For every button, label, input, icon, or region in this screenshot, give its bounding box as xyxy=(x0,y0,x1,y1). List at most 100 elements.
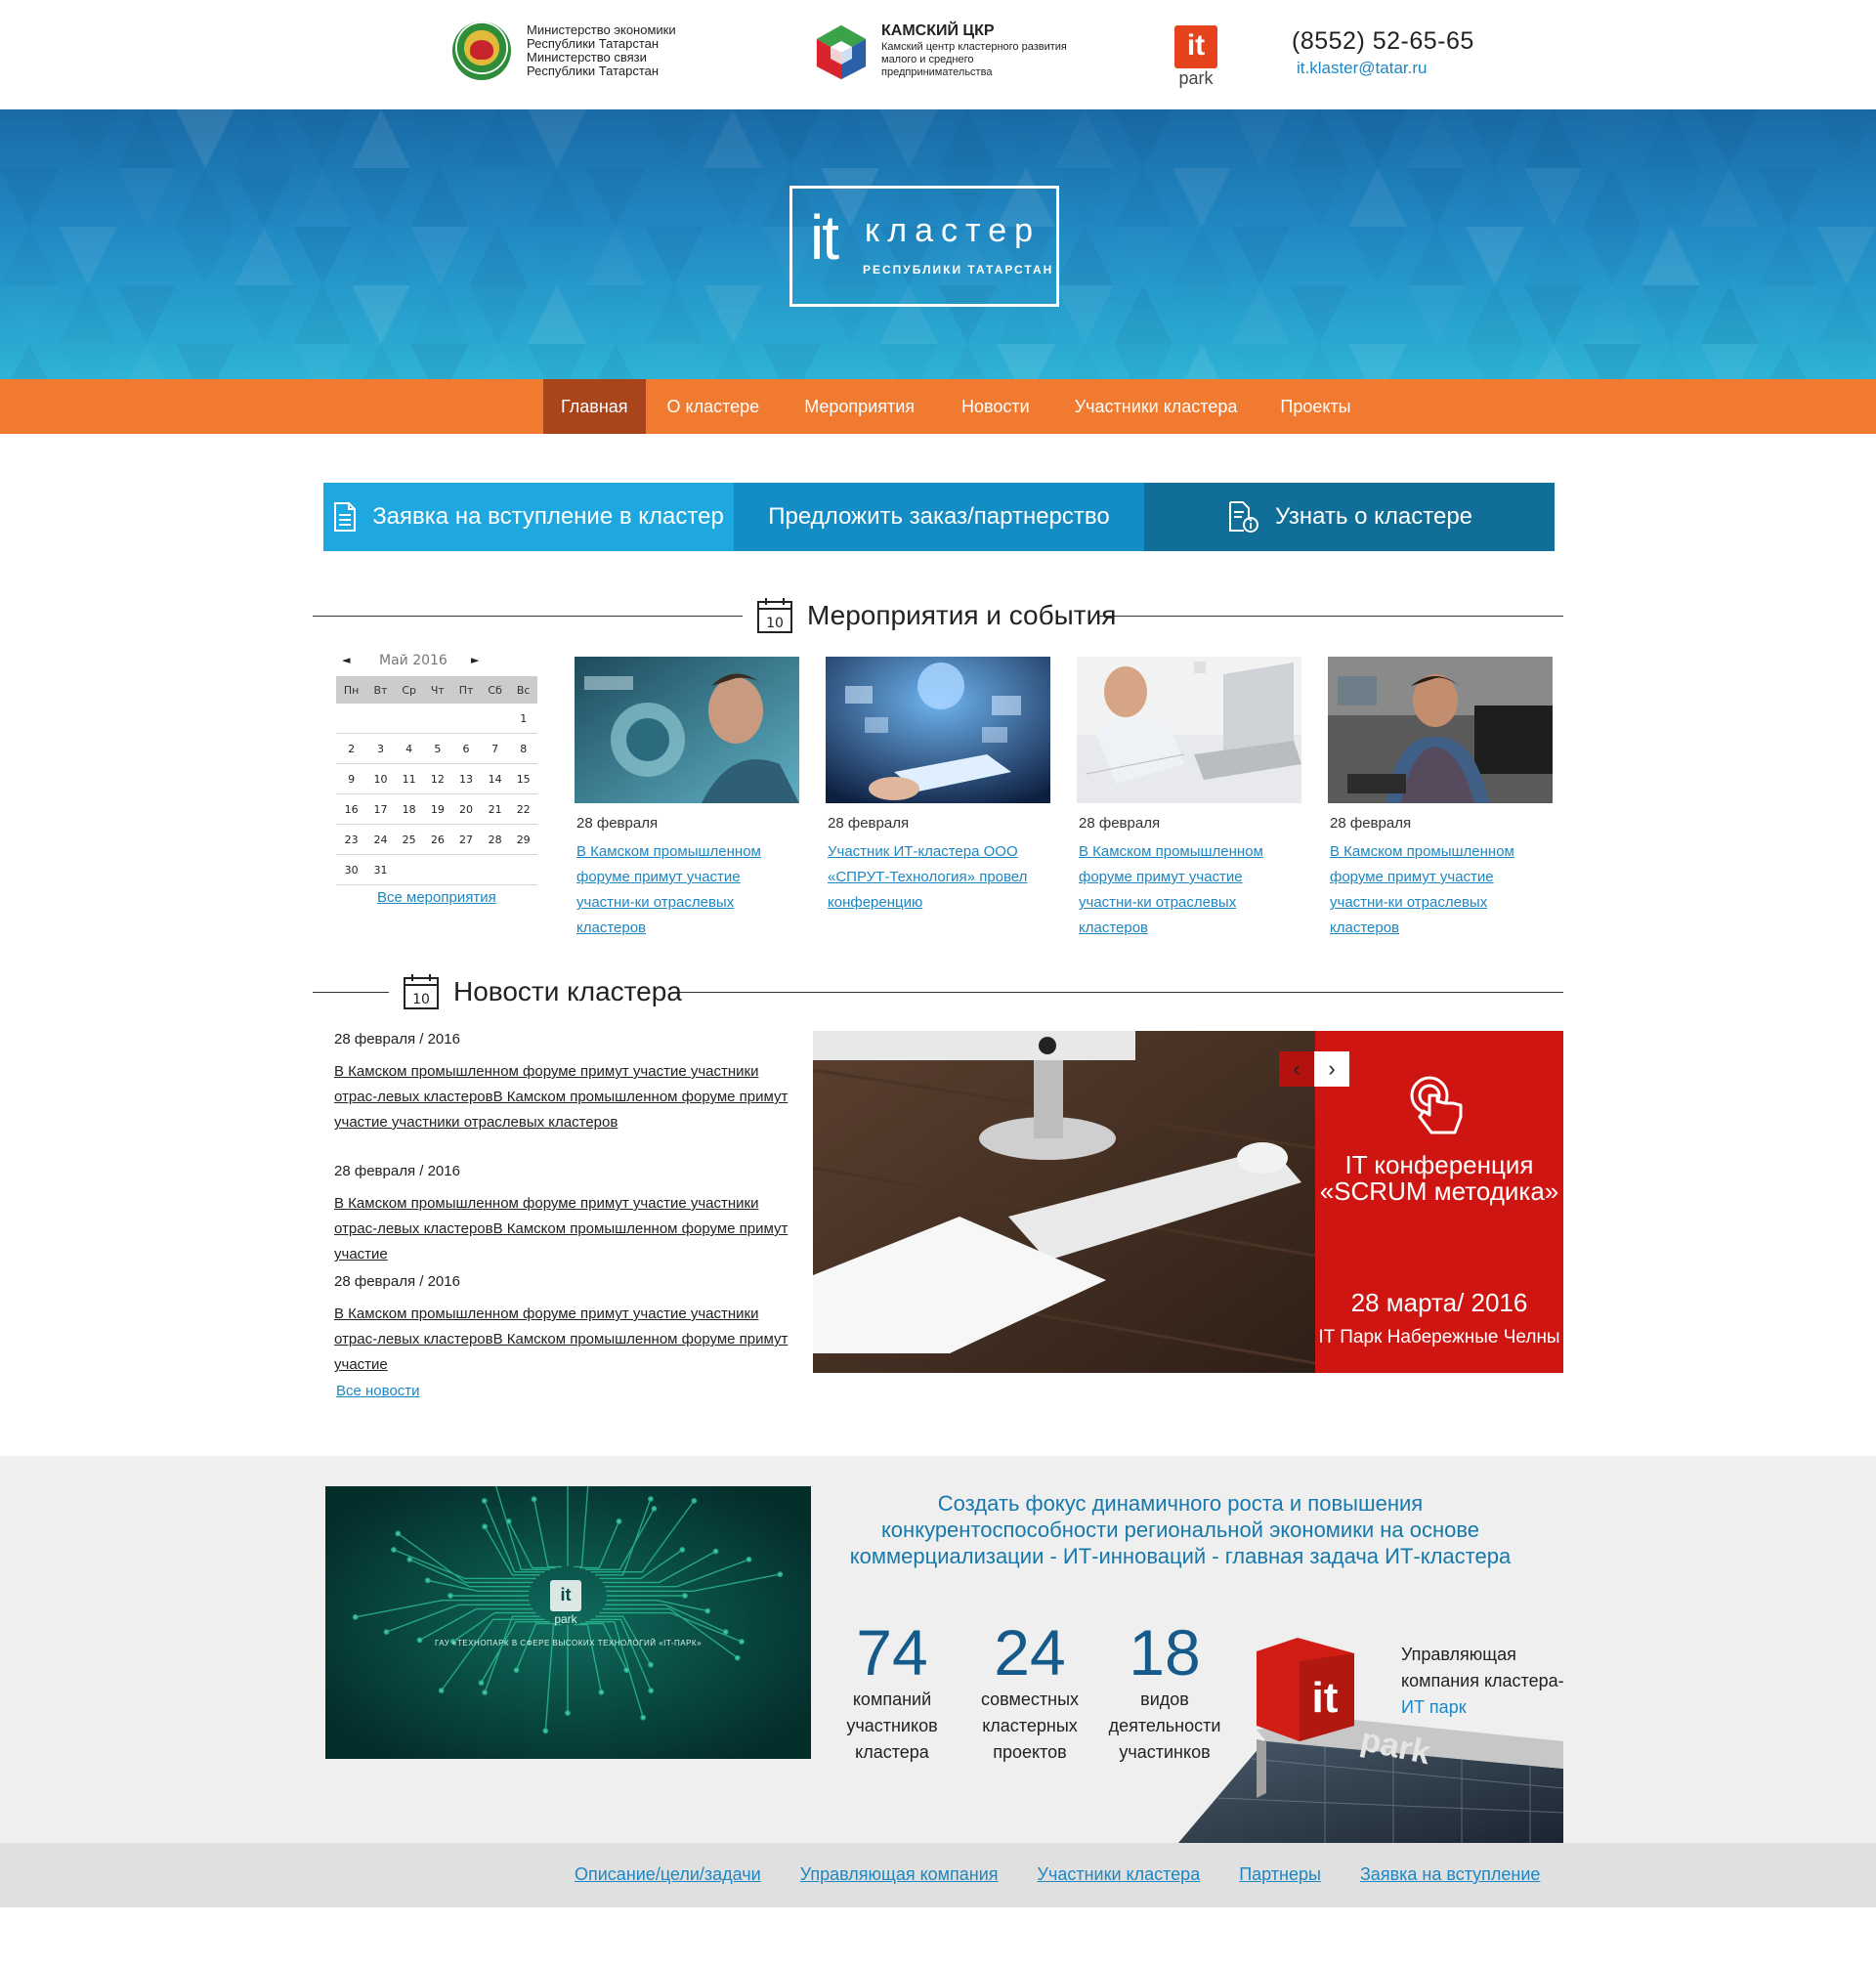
calendar-day[interactable]: 2 xyxy=(336,733,367,764)
kckr-block[interactable]: КАМСКИЙ ЦКР Камский центр кластерного ра… xyxy=(813,23,1067,80)
calendar-month-label: Май 2016 xyxy=(379,653,448,668)
pattern-triangle xyxy=(1642,227,1700,285)
circuit-node xyxy=(647,1496,654,1502)
it-cluster-logo[interactable]: it кластер РЕСПУБЛИКИ ТАТАРСТАН xyxy=(789,186,1059,307)
news-title-link[interactable]: В Камском промышленном форуме примут уча… xyxy=(334,1191,793,1267)
pattern-triangle xyxy=(1348,227,1407,285)
event-title-link[interactable]: В Камском промышленном форуме примут уча… xyxy=(1328,839,1553,941)
calendar-day[interactable]: 16 xyxy=(336,793,367,825)
management-company-text: Управляющая компания кластера- xyxy=(1401,1645,1564,1690)
calendar-day[interactable]: 8 xyxy=(509,733,537,764)
pattern-triangle xyxy=(293,227,352,285)
learn-about-button[interactable]: Узнать о кластере xyxy=(1144,483,1555,551)
event-image-tablet[interactable] xyxy=(826,657,1050,803)
calendar-day[interactable]: 29 xyxy=(509,824,537,855)
event-card[interactable]: 28 февраля Участник ИТ-кластера ООО «СПР… xyxy=(826,657,1050,916)
itpark-video-thumbnail[interactable]: it park ГАУ «ТЕХНОПАРК В СФЕРЕ ВЫСОКИХ Т… xyxy=(325,1486,811,1759)
logo-title: кластер xyxy=(865,212,1042,249)
pattern-triangle xyxy=(645,227,704,285)
promo-title: IT конференция «SCRUM методика» xyxy=(1319,1150,1559,1206)
calendar-day[interactable]: 17 xyxy=(366,793,395,825)
pattern-triangle xyxy=(1817,285,1876,344)
kckr-line-3: предпринимательства xyxy=(881,66,993,78)
calendar-day[interactable]: 22 xyxy=(509,793,537,825)
circuit-node xyxy=(542,1728,549,1734)
apply-button[interactable]: Заявка на вступление в кластер xyxy=(323,483,734,551)
calendar-day[interactable]: 19 xyxy=(423,793,452,825)
pattern-triangle xyxy=(1583,344,1642,379)
event-card[interactable]: 28 февраля В Камском промышленном форуме… xyxy=(1328,657,1553,941)
event-image-engineer[interactable] xyxy=(1077,657,1301,803)
calendar-day[interactable]: 13 xyxy=(451,763,481,794)
calendar-day[interactable]: 20 xyxy=(451,793,481,825)
slider-next-button[interactable]: › xyxy=(1314,1051,1349,1087)
cluster-mission-text: Создать фокус динамичного роста и повыше… xyxy=(849,1491,1512,1568)
calendar-next-button[interactable]: ► xyxy=(471,654,479,666)
calendar-day[interactable]: 7 xyxy=(480,733,510,764)
calendar-day[interactable]: 18 xyxy=(394,793,424,825)
main-nav: Главная О кластере Мероприятия Новости У… xyxy=(0,379,1876,434)
calendar-day[interactable]: 3 xyxy=(366,733,395,764)
nav-item-members[interactable]: Участники кластера xyxy=(1053,379,1259,434)
nav-item-events[interactable]: Мероприятия xyxy=(781,379,938,434)
event-promo-slider[interactable]: IT конференция «SCRUM методика» 28 марта… xyxy=(813,1031,1563,1373)
email-link[interactable]: it.klaster@tatar.ru xyxy=(1297,59,1427,78)
news-title-link[interactable]: В Камском промышленном форуме примут уча… xyxy=(334,1302,793,1378)
pattern-triangle xyxy=(469,344,528,379)
calendar-day[interactable]: 30 xyxy=(336,854,367,885)
event-title-link[interactable]: В Камском промышленном форуме примут уча… xyxy=(575,839,799,941)
footer-link-partners[interactable]: Партнеры xyxy=(1239,1864,1321,1885)
all-news-link[interactable]: Все новости xyxy=(336,1383,420,1399)
calendar-day[interactable]: 14 xyxy=(480,763,510,794)
footer-link-members[interactable]: Участники кластера xyxy=(1038,1864,1201,1885)
pattern-triangle xyxy=(1290,285,1348,344)
calendar-day[interactable]: 12 xyxy=(423,763,452,794)
calendar-day[interactable]: 23 xyxy=(336,824,367,855)
nav-item-news[interactable]: Новости xyxy=(938,379,1053,434)
learn-button-label: Узнать о кластере xyxy=(1274,503,1473,530)
itpark-logo[interactable]: it park xyxy=(1172,25,1220,92)
weekday-header: Вт xyxy=(366,676,395,704)
nav-item-about[interactable]: О кластере xyxy=(646,379,782,434)
calendar-day[interactable]: 27 xyxy=(451,824,481,855)
management-company-link[interactable]: ИТ парк xyxy=(1401,1694,1567,1721)
event-card[interactable]: 28 февраля В Камском промышленном форуме… xyxy=(575,657,799,941)
all-events-link[interactable]: Все мероприятия xyxy=(377,889,496,906)
circuit-node xyxy=(704,1607,711,1614)
calendar-day[interactable]: 15 xyxy=(509,763,537,794)
offer-partnership-button[interactable]: Предложить заказ/партнерство xyxy=(734,483,1144,551)
video-caption: ГАУ «ТЕХНОПАРК В СФЕРЕ ВЫСОКИХ ТЕХНОЛОГИ… xyxy=(434,1639,703,1647)
event-title-link[interactable]: Участник ИТ-кластера ООО «СПРУТ-Технолог… xyxy=(826,839,1050,916)
event-date: 28 февраля xyxy=(1330,815,1412,832)
calendar-day[interactable]: 11 xyxy=(394,763,424,794)
footer-link-management[interactable]: Управляющая компания xyxy=(800,1864,999,1885)
calendar-day[interactable]: 4 xyxy=(394,733,424,764)
news-title-link[interactable]: В Камском промышленном форуме примут уча… xyxy=(334,1059,793,1135)
calendar-day[interactable]: 10 xyxy=(366,763,395,794)
footer-link-description[interactable]: Описание/цели/задачи xyxy=(575,1864,761,1885)
calendar-day[interactable]: 5 xyxy=(423,733,452,764)
event-title-link[interactable]: В Камском промышленном форуме примут уча… xyxy=(1077,839,1301,941)
calendar-day[interactable]: 24 xyxy=(366,824,395,855)
slider-prev-button[interactable]: ‹ xyxy=(1279,1051,1314,1087)
calendar-prev-button[interactable]: ◄ xyxy=(342,654,350,666)
phone-number[interactable]: (8552) 52-65-65 xyxy=(1292,27,1474,56)
calendar-day[interactable]: 25 xyxy=(394,824,424,855)
calendar-day[interactable]: 1 xyxy=(509,704,537,734)
event-image-lab[interactable] xyxy=(575,657,799,803)
calendar-day[interactable]: 31 xyxy=(366,854,395,885)
event-date: 28 февраля xyxy=(1079,815,1161,832)
calendar-day[interactable]: 6 xyxy=(451,733,481,764)
calendar-day[interactable]: 21 xyxy=(480,793,510,825)
pattern-triangle xyxy=(1348,168,1407,227)
calendar-day[interactable]: 26 xyxy=(423,824,452,855)
event-image-developer[interactable] xyxy=(1328,657,1553,803)
stat-companies: 74 компаний участников кластера xyxy=(819,1618,965,1766)
ministry-block[interactable]: Министерство экономики Республики Татарс… xyxy=(452,21,676,80)
calendar-day[interactable]: 28 xyxy=(480,824,510,855)
event-card[interactable]: 28 февраля В Камском промышленном форуме… xyxy=(1077,657,1301,941)
footer-link-apply[interactable]: Заявка на вступление xyxy=(1360,1864,1541,1885)
calendar-day[interactable]: 9 xyxy=(336,763,367,794)
nav-item-projects[interactable]: Проекты xyxy=(1258,379,1372,434)
nav-item-home[interactable]: Главная xyxy=(543,379,646,434)
